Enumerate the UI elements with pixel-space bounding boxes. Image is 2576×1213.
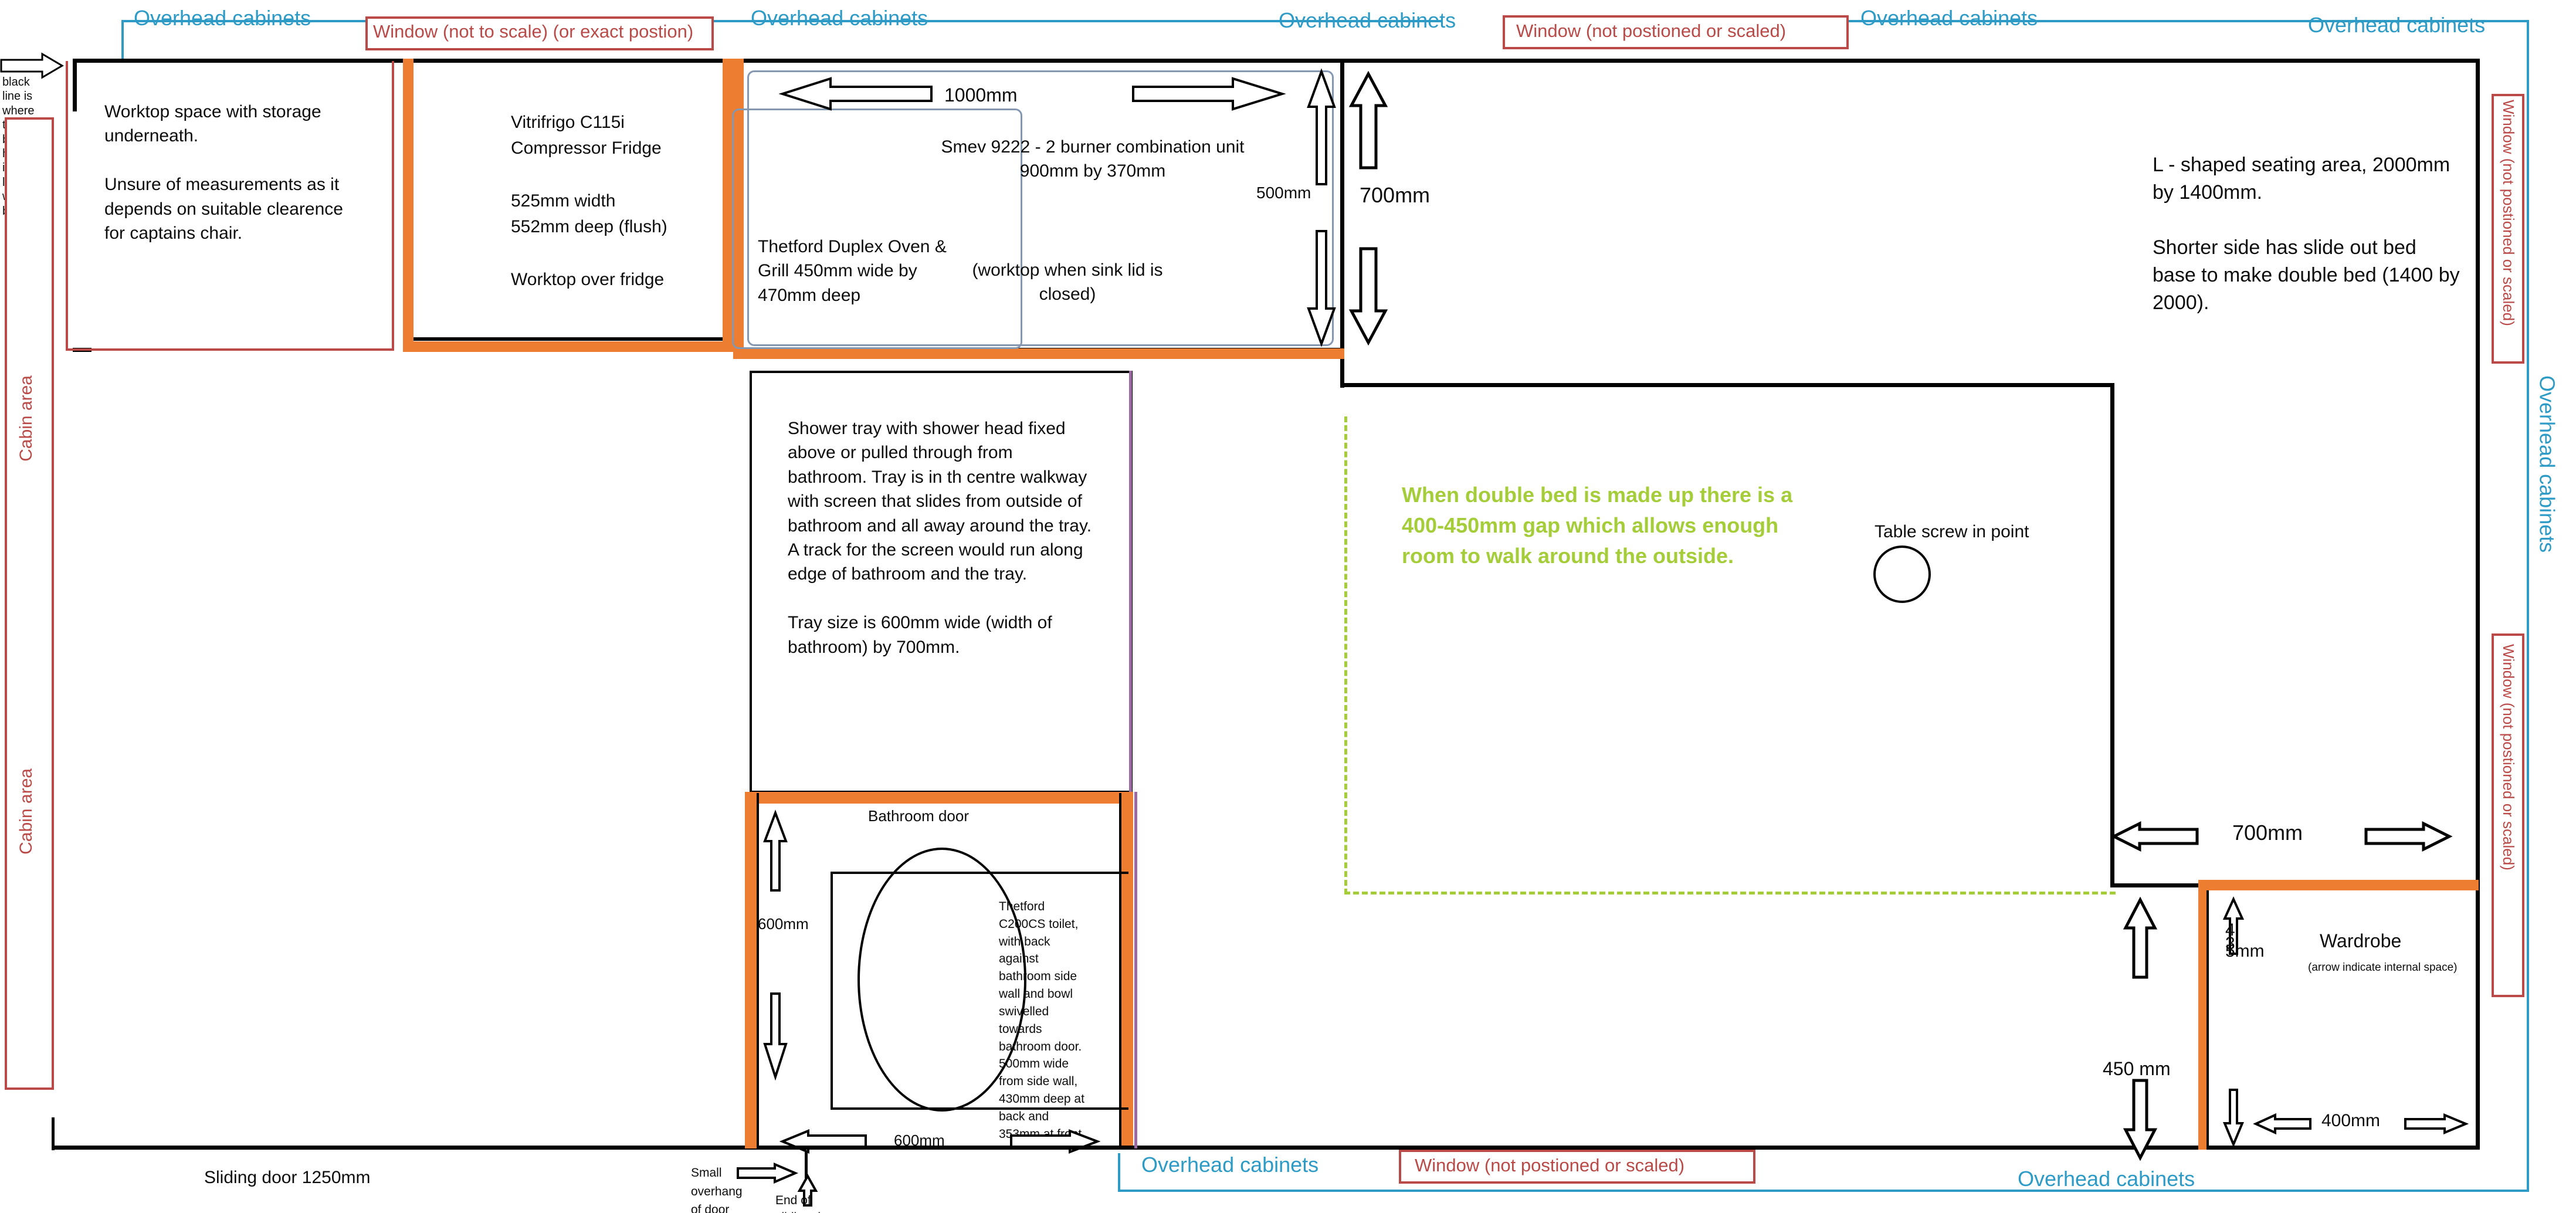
- bathroom-wall-left: [745, 792, 757, 1148]
- window-label-top-2: Window (not postioned or scaled): [1516, 21, 1787, 41]
- wall-kitchen-right-v: [1340, 59, 1344, 387]
- bathroom-width-left-arrow-icon: [779, 1129, 867, 1154]
- hob-right-arrow-icon: [1132, 77, 1286, 111]
- hob-left-arrow-icon: [778, 77, 933, 111]
- wardrobe-depth-digit-3: 5mm: [2225, 941, 2265, 961]
- worktop-note: Worktop space with storage underneath. U…: [104, 102, 343, 243]
- end-sliding-door-note: End of sliding door width.: [775, 1194, 838, 1213]
- kitchen-gap-down-arrow-icon: [1348, 247, 1388, 346]
- table-screw-point-label: Table screw in point: [1875, 522, 2029, 541]
- wardrobe-gap-down-arrow-icon: [2123, 1079, 2158, 1161]
- fridge-wall-bottom-black: [413, 337, 723, 341]
- bulkhead-arrow-icon: [0, 52, 64, 79]
- bathroom-width-right-arrow-icon: [1010, 1129, 1101, 1154]
- toilet-note: Thetford C200CS toilet, with back agains…: [999, 900, 1088, 1141]
- window-label-top-1: Window (not to scale) (or exact postion): [373, 21, 694, 42]
- oven-note: Thetford Duplex Oven & Grill 450mm wide …: [758, 237, 952, 305]
- hob-note: Smev 9222 - 2 burner combination unit 90…: [941, 137, 1249, 181]
- small-overhang-arrow-icon: [737, 1162, 799, 1184]
- top-cabinet-line-right-v: [2527, 20, 2529, 62]
- sliding-door-left-tick: [52, 1117, 55, 1150]
- bathroom-door-label: Bathroom door: [868, 807, 969, 825]
- hob-depth-up-arrow-icon: [1307, 68, 1336, 185]
- fridge-note-line-4: 552mm deep (flush): [511, 217, 667, 236]
- seating-gap-right-arrow-icon: [2364, 821, 2453, 852]
- seating-gap-dimension: 700mm: [2232, 821, 2303, 845]
- small-overhang-note: Small overhang of door space.: [691, 1166, 743, 1213]
- overhead-cabinets-label-top-2: Overhead cabinets: [751, 6, 928, 30]
- fridge-note-line-1: Vitrifrigo C115i: [511, 113, 625, 132]
- hob-depth-down-arrow-icon: [1307, 230, 1336, 347]
- bathroom-height-up-arrow-icon: [763, 809, 788, 892]
- window-label-bottom: Window (not postioned or scaled): [1415, 1155, 1685, 1175]
- seating-gap-left-arrow-icon: [2110, 821, 2199, 852]
- sliding-door-label: Sliding door 1250mm: [204, 1168, 371, 1187]
- wardrobe-gap-up-arrow-icon: [2123, 896, 2158, 979]
- hob-side-dimension: 500mm: [1256, 184, 1311, 202]
- kitchen-gap-dimension: 700mm: [1360, 183, 1431, 207]
- fridge-note-line-3: 525mm width: [511, 191, 616, 211]
- wardrobe-width-dimension: 400mm: [2321, 1111, 2381, 1130]
- top-cabinet-line-left: [121, 20, 124, 62]
- shower-block-right-purple: [1129, 371, 1132, 793]
- overhead-cabinets-label-top-5: Overhead cabinets: [2308, 13, 2486, 37]
- wardrobe-wall-top: [2198, 880, 2479, 890]
- overhead-cabinets-label-bottom-2: Overhead cabinets: [2018, 1167, 2195, 1191]
- wardrobe-label: Wardrobe: [2320, 930, 2402, 951]
- window-label-right-1: Window (not postioned or scaled): [2499, 100, 2517, 326]
- window-label-right-2: Window (not postioned or scaled): [2499, 644, 2517, 870]
- bathroom-height-down-arrow-icon: [763, 992, 788, 1081]
- cabin-area-box: [5, 117, 54, 1090]
- bathroom-wall-right-purple: [1134, 792, 1137, 1148]
- seating-note: L - shaped seating area, 2000mm by 1400m…: [2153, 154, 2460, 314]
- overhead-cabinets-label-top-3: Overhead cabinets: [1279, 8, 1456, 32]
- wardrobe-depth-down-arrow-icon: [2223, 1089, 2244, 1148]
- kitchen-gap-up-arrow-icon: [1348, 70, 1388, 170]
- overhead-cabinets-label-bottom-1: Overhead cabinets: [1141, 1153, 1319, 1177]
- fridge-note-line-5: Worktop over fridge: [511, 270, 665, 289]
- fridge-wall-bottom: [403, 341, 733, 352]
- wardrobe-width-right-arrow-icon: [2404, 1113, 2469, 1134]
- double-bed-gap-note: When double bed is made up there is a 40…: [1402, 483, 1799, 568]
- wall-seating-top: [1340, 383, 2114, 387]
- wall-top-right: [1344, 59, 2480, 63]
- floor-plan-canvas: Overhead cabinets Window (not to scale) …: [0, 0, 2576, 1213]
- fridge-wall-left: [403, 59, 413, 352]
- hob-note-sub: (worktop when sink lid is closed): [972, 260, 1168, 304]
- right-cabinet-line: [2527, 62, 2529, 1153]
- table-screw-point-circle: [1873, 545, 1931, 603]
- hob-frame-bottom: [733, 348, 1344, 359]
- cabin-area-label-2: Cabin area: [16, 768, 36, 855]
- bottom-cabinet-line-left-v: [1118, 1153, 1120, 1192]
- overhead-cabinets-label-top-1: Overhead cabinets: [134, 6, 311, 30]
- overhead-cabinets-label-top-4: Overhead cabinets: [1860, 6, 2038, 30]
- overhead-cabinets-label-right: Overhead cabinets: [2535, 375, 2560, 553]
- cabin-area-label-1: Cabin area: [16, 375, 36, 462]
- wardrobe-width-left-arrow-icon: [2253, 1113, 2311, 1135]
- bathroom-bottom-edge: [757, 1146, 1134, 1150]
- wardrobe-sub-label: (arrow indicate internal space): [2308, 961, 2458, 974]
- bottom-cabinet-line-h-1: [1118, 1190, 1845, 1192]
- hob-width-dimension: 1000mm: [944, 84, 1018, 106]
- bottom-cabinet-line-right-v: [2527, 1153, 2529, 1192]
- shower-note: Shower tray with shower head fixed above…: [788, 419, 1092, 657]
- wall-bottom: [52, 1146, 2480, 1150]
- fridge-note-line-2: Compressor Fridge: [511, 138, 662, 158]
- bathroom-height-dimension: 600mm: [758, 915, 809, 933]
